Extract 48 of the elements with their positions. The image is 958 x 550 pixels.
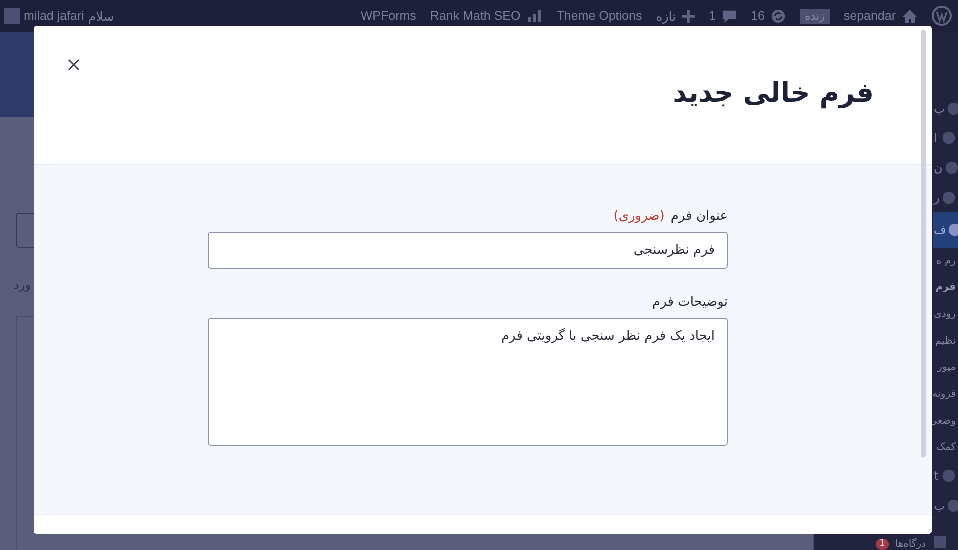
sidebar-item[interactable]: t — [933, 461, 958, 491]
sidebar-item[interactable]: رم ه — [933, 248, 958, 275]
menu-icon — [942, 131, 956, 146]
input-field[interactable]: فرم نظرسنجی — [208, 232, 728, 269]
live-badge[interactable]: زنده — [800, 8, 830, 24]
menu-link[interactable]: Theme Options — [556, 9, 642, 23]
count-badge: 1 — [876, 539, 890, 550]
sidebar-item[interactable]: I — [933, 124, 958, 154]
menu-icon — [942, 190, 956, 205]
wordpress-logo-icon[interactable] — [932, 6, 952, 26]
rank-math-link[interactable]: Rank Math SEO — [430, 9, 521, 23]
menu-icon — [932, 534, 948, 550]
close-icon — [68, 59, 80, 71]
menu-icon — [947, 498, 958, 513]
scrollbar[interactable] — [921, 30, 926, 458]
field-label: عنوان فرم — [670, 209, 728, 224]
sidebar-item[interactable]: ب — [933, 94, 958, 124]
sidebar-item[interactable]: ب — [933, 490, 958, 520]
sidebar-item[interactable]: مپور — [933, 354, 958, 382]
required-note: (ضروری) — [614, 209, 665, 224]
menu-icon — [942, 469, 956, 484]
sidebar-item[interactable]: فزونه — [933, 381, 958, 408]
home-icon[interactable] — [902, 8, 918, 24]
site-name-link[interactable]: sepandar — [844, 9, 896, 23]
chart-icon[interactable] — [526, 9, 543, 23]
comments-count[interactable]: 1 — [709, 9, 716, 23]
sidebar-item[interactable]: کمک — [933, 434, 958, 462]
sidebar-item[interactable]: ف — [933, 212, 958, 248]
refresh-icon[interactable] — [770, 8, 786, 24]
plus-icon[interactable] — [682, 10, 696, 22]
menu-icon — [948, 223, 958, 238]
comment-icon[interactable] — [722, 8, 738, 24]
sidebar-item[interactable]: نظیم — [933, 328, 958, 355]
sidebar-item[interactable]: رودی — [933, 301, 958, 328]
text-area[interactable]: ایجاد یک فرم نظر سنجی با گرویتی فرم — [208, 318, 728, 446]
page-text: ورد — [14, 278, 31, 292]
updates-count[interactable]: 16 — [751, 9, 765, 23]
modal-title: فرم خالی جدید — [673, 78, 874, 109]
menu-icon — [944, 161, 958, 176]
field-label: توضیحات فرم — [652, 295, 728, 310]
sidebar-item[interactable]: فرم — [933, 274, 958, 302]
menu-link[interactable]: WPForms — [360, 9, 416, 23]
sidebar-item[interactable]: ر — [933, 182, 958, 212]
user-name-link[interactable]: milad jafari — [24, 9, 84, 23]
new-link[interactable]: تازه — [656, 8, 676, 24]
menu-icon — [947, 102, 958, 116]
greeting-text: سلام — [88, 8, 114, 24]
sidebar-item[interactable]: ن — [933, 153, 958, 183]
